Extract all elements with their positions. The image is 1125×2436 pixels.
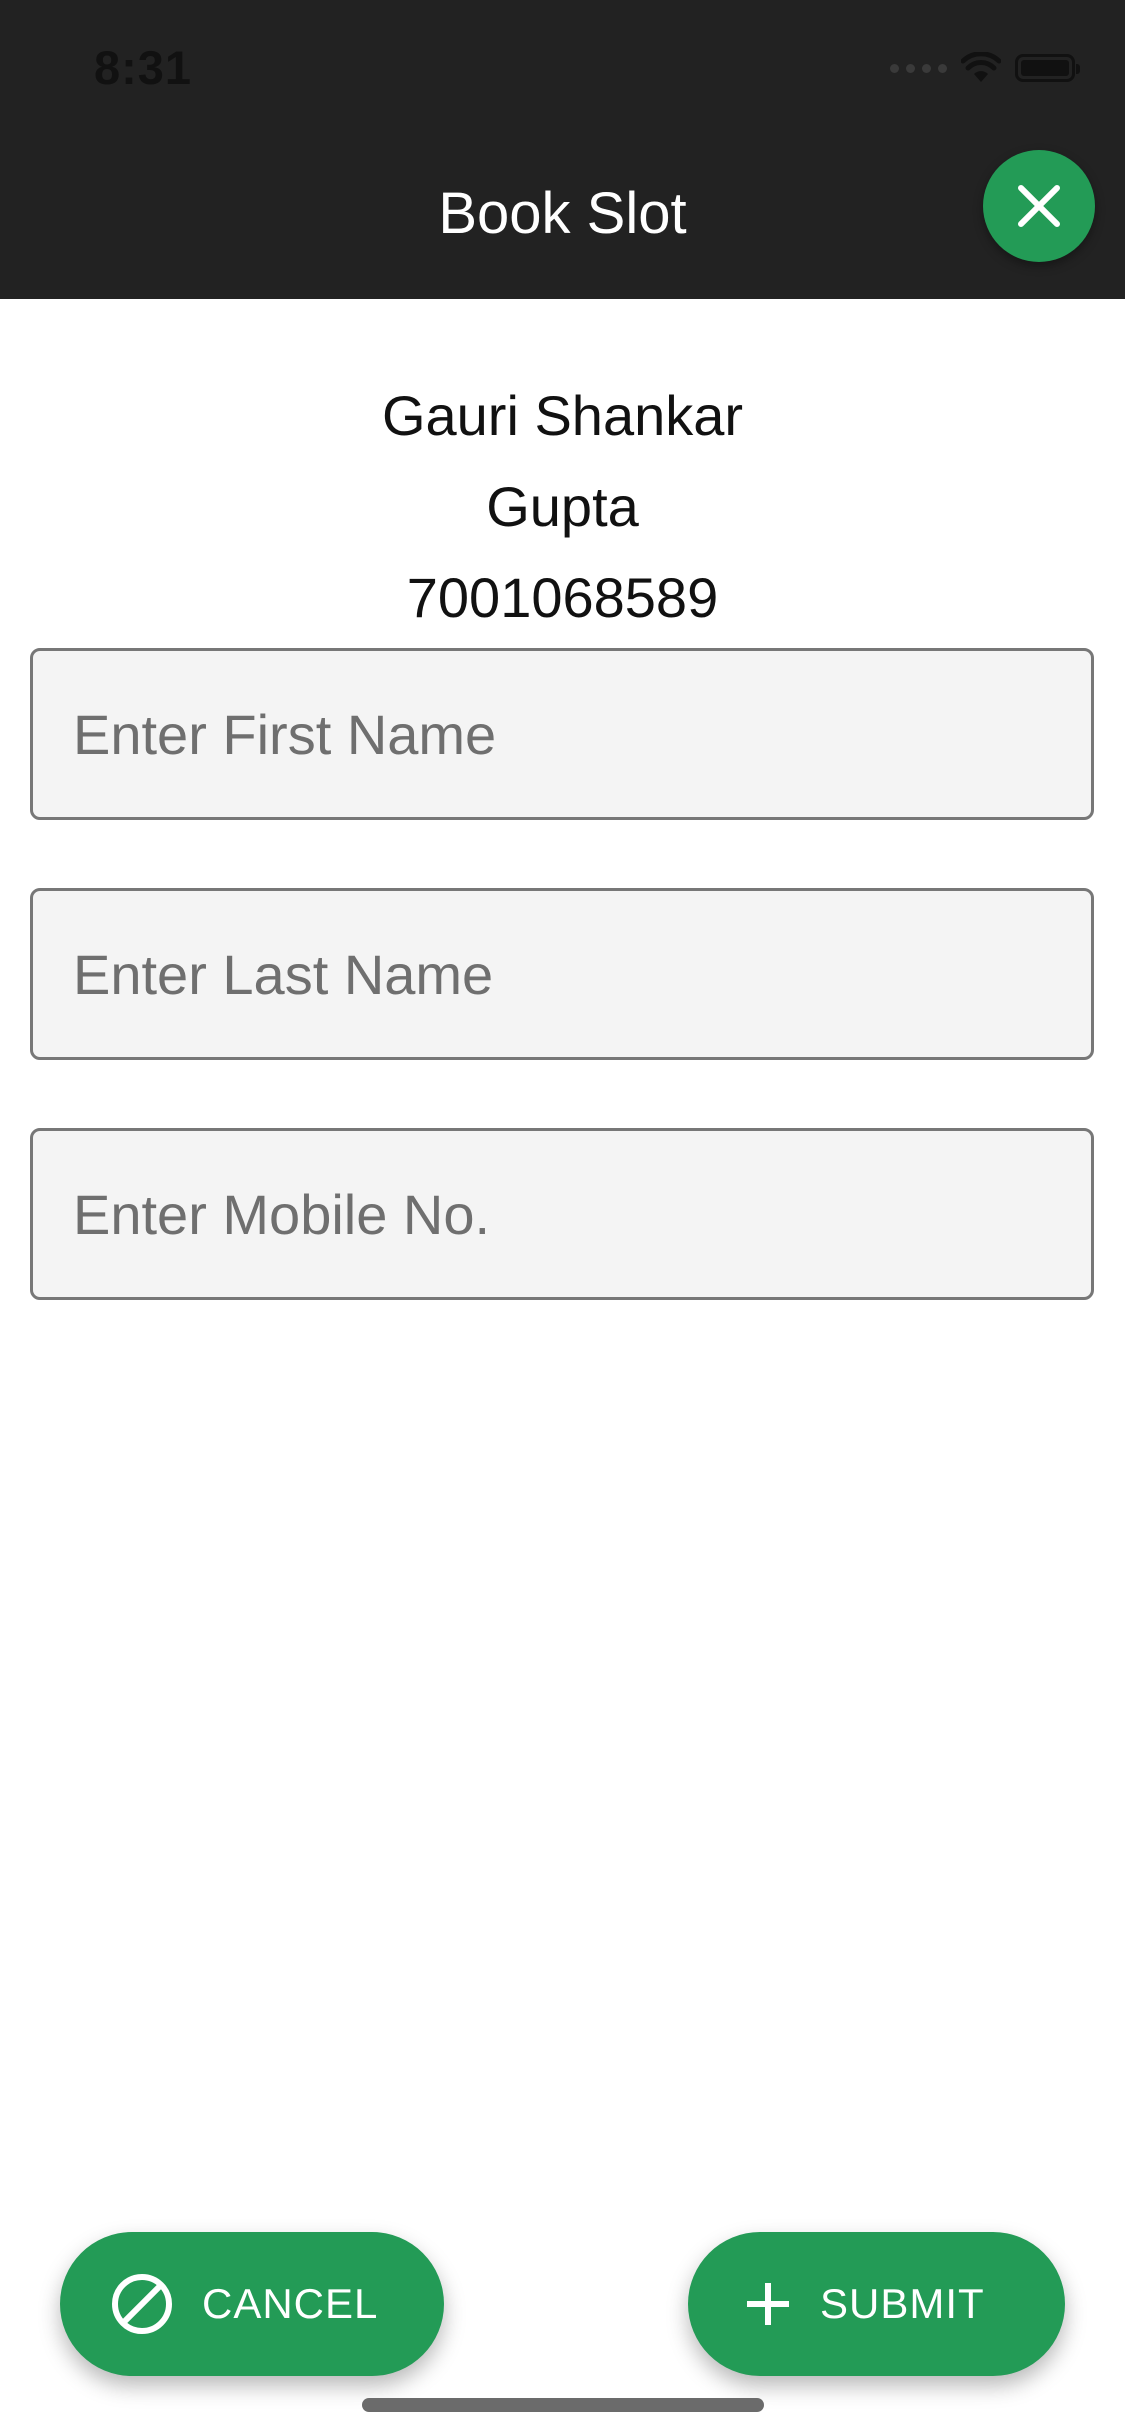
info-mobile: 7001068589 bbox=[406, 566, 719, 629]
plus-icon bbox=[744, 2280, 792, 2328]
book-slot-screen: 8:31 Book Slot Gauri Shankar Gupta 70010… bbox=[0, 0, 1125, 2436]
mobile-input[interactable] bbox=[33, 1131, 1091, 1297]
selected-person-info: Gauri Shankar Gupta 7001068589 bbox=[0, 370, 1125, 643]
battery-icon bbox=[1015, 54, 1080, 82]
info-last-name: Gupta bbox=[486, 475, 639, 538]
submit-button[interactable]: SUBMIT bbox=[688, 2232, 1065, 2376]
cancel-label: CANCEL bbox=[202, 2280, 379, 2327]
block-icon bbox=[110, 2272, 174, 2336]
last-name-field[interactable] bbox=[30, 888, 1094, 1060]
page-title: Book Slot bbox=[438, 181, 687, 246]
close-button[interactable] bbox=[983, 150, 1095, 262]
cellular-signal-icon bbox=[890, 63, 947, 73]
home-indicator[interactable] bbox=[362, 2398, 764, 2412]
close-icon bbox=[1018, 185, 1060, 227]
cancel-button[interactable]: CANCEL bbox=[60, 2232, 444, 2376]
wifi-icon bbox=[961, 52, 1001, 84]
status-icons bbox=[890, 48, 1080, 88]
first-name-input[interactable] bbox=[33, 651, 1091, 817]
header-bar: 8:31 Book Slot bbox=[0, 0, 1125, 299]
first-name-field[interactable] bbox=[30, 648, 1094, 820]
info-first-name: Gauri Shankar bbox=[381, 384, 744, 447]
last-name-input[interactable] bbox=[33, 891, 1091, 1057]
mobile-field[interactable] bbox=[30, 1128, 1094, 1300]
status-time: 8:31 bbox=[94, 41, 193, 94]
submit-label: SUBMIT bbox=[820, 2280, 985, 2327]
